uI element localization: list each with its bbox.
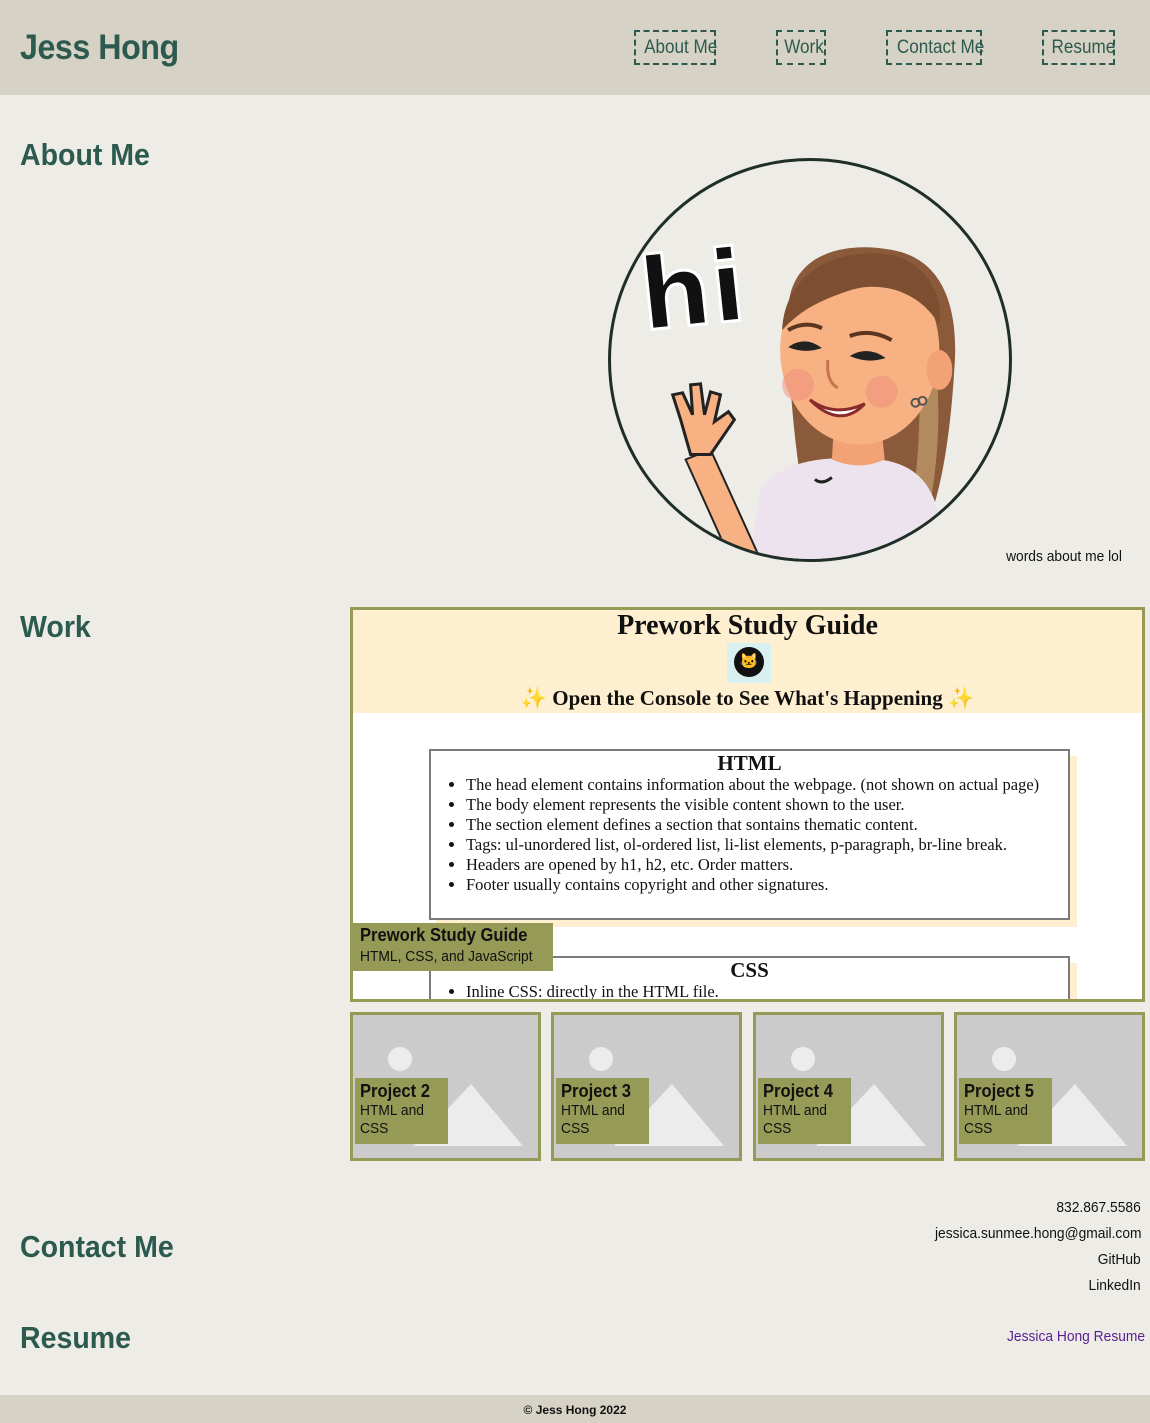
featured-project-label: Prework Study Guide HTML, CSS, and JavaS… xyxy=(353,923,553,971)
featured-project-card[interactable]: Prework Study Guide 🐱 ✨ Open the Console… xyxy=(350,607,1145,1002)
project-4-title: Project 4 xyxy=(763,1081,833,1101)
featured-project-subtitle: HTML, CSS, and JavaScript xyxy=(360,948,533,965)
project-3-title: Project 3 xyxy=(561,1081,631,1101)
github-cat-icon: 🐱 xyxy=(727,643,771,683)
project-3-subtitle: HTML and CSS xyxy=(561,1102,625,1137)
project-5-subtitle: HTML and CSS xyxy=(964,1102,1028,1137)
contact-me-heading: Contact Me xyxy=(20,1229,174,1264)
list-item: Headers are opened by h1, h2, etc. Order… xyxy=(466,855,1048,875)
featured-preview-subtitle: ✨ Open the Console to See What's Happeni… xyxy=(520,686,975,710)
list-item: The head element contains information ab… xyxy=(466,775,1048,795)
project-3-label: Project 3 HTML and CSS xyxy=(556,1078,649,1144)
list-item: The body element represents the visible … xyxy=(466,795,1048,815)
brand-title: Jess Hong xyxy=(20,28,179,67)
contact-email[interactable]: jessica.sunmee.hong@gmail.com xyxy=(934,1225,1141,1242)
resume-link[interactable]: Jessica Hong Resume xyxy=(1007,1328,1145,1345)
contact-phone[interactable]: 832.867.5586 xyxy=(1057,1199,1141,1216)
about-me-text: words about me lol xyxy=(1006,548,1122,565)
nav-work-link[interactable]: Work xyxy=(776,30,826,65)
nav-contact-me-label: Contact Me xyxy=(896,37,985,58)
project-4-card[interactable]: Project 4 HTML and CSS xyxy=(753,1012,944,1161)
site-header: Jess Hong About Me Work Contact Me Resum… xyxy=(0,0,1150,95)
waving-avatar-icon: hi xyxy=(608,158,1012,562)
project-3-card[interactable]: Project 3 HTML and CSS xyxy=(551,1012,742,1161)
project-4-label: Project 4 HTML and CSS xyxy=(758,1078,851,1144)
nav-resume-label: Resume xyxy=(1051,37,1116,58)
project-5-title: Project 5 xyxy=(964,1081,1034,1101)
about-me-heading: About Me xyxy=(20,137,150,172)
project-2-card[interactable]: Project 2 HTML and CSS xyxy=(350,1012,541,1161)
github-link[interactable]: GitHub xyxy=(1098,1251,1141,1268)
project-5-card[interactable]: Project 5 HTML and CSS xyxy=(954,1012,1145,1161)
project-2-subtitle: HTML and CSS xyxy=(360,1102,424,1137)
project-5-label: Project 5 HTML and CSS xyxy=(959,1078,1052,1144)
project-4-subtitle: HTML and CSS xyxy=(763,1102,827,1137)
work-heading: Work xyxy=(20,609,91,644)
nav-about-me-link[interactable]: About Me xyxy=(634,30,718,65)
list-item: The section element defines a section th… xyxy=(466,815,1048,835)
project-2-label: Project 2 HTML and CSS xyxy=(355,1078,448,1144)
css-notes-list: Inline CSS: directly in the HTML file. xyxy=(431,982,1068,999)
html-notes-heading: HTML xyxy=(717,751,782,775)
site-footer: © Jess Hong 2022 xyxy=(0,1395,1150,1423)
nav-about-me-label: About Me xyxy=(644,37,718,58)
linkedin-link[interactable]: LinkedIn xyxy=(1089,1277,1141,1294)
nav-work-label: Work xyxy=(784,37,824,58)
html-notes-card: HTML The head element contains informati… xyxy=(429,749,1070,920)
list-item: Footer usually contains copyright and ot… xyxy=(466,875,1048,895)
resume-heading: Resume xyxy=(20,1320,131,1355)
featured-project-title: Prework Study Guide xyxy=(360,925,528,945)
project-2-title: Project 2 xyxy=(360,1081,430,1101)
list-item: Inline CSS: directly in the HTML file. xyxy=(466,982,1048,999)
nav-resume-link[interactable]: Resume xyxy=(1042,30,1115,65)
html-notes-list: The head element contains information ab… xyxy=(431,775,1068,895)
featured-preview-header: Prework Study Guide 🐱 ✨ Open the Console… xyxy=(353,610,1142,713)
nav-contact-me-link[interactable]: Contact Me xyxy=(886,30,985,65)
svg-text:hi: hi xyxy=(634,229,750,354)
list-item: Tags: ul-unordered list, ol-ordered list… xyxy=(466,835,1048,855)
featured-preview-title: Prework Study Guide xyxy=(617,610,878,641)
footer-copyright: © Jess Hong 2022 xyxy=(523,1403,627,1417)
